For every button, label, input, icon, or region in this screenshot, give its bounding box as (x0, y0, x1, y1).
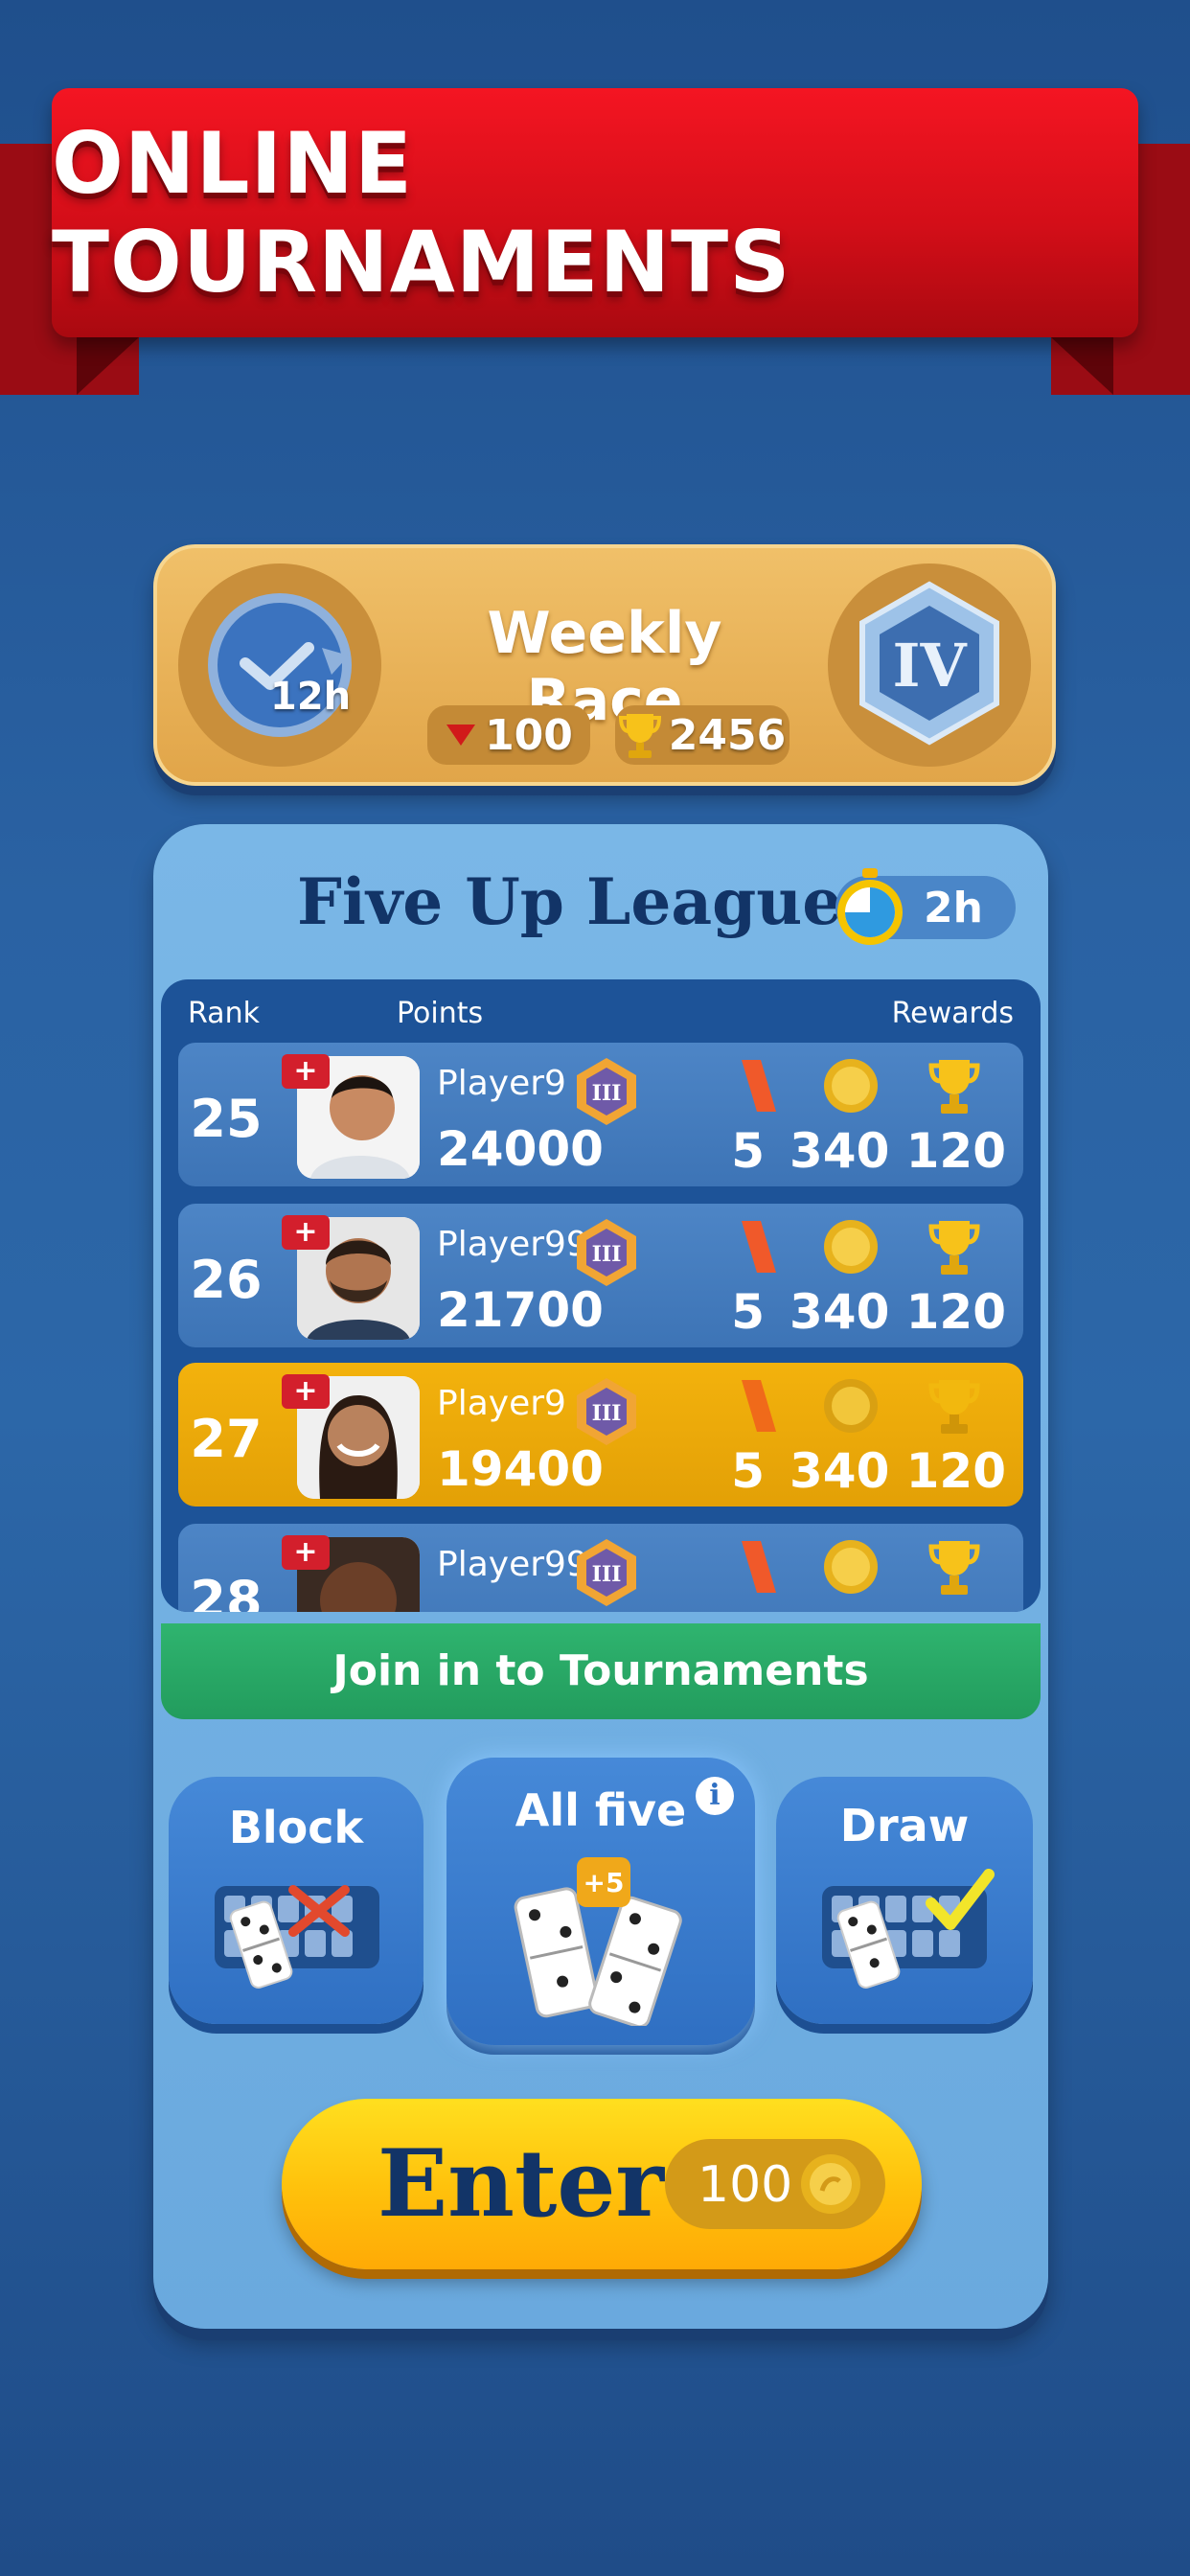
rank-header: Rank (188, 997, 260, 1030)
reward-trophies: 120 (905, 1123, 1006, 1179)
trophy-count-value: 2456 (668, 710, 787, 760)
player-name: Player9 (437, 1384, 566, 1423)
leaderboard-row[interactable]: 25 + Player9 III 24000 5 340 120 (178, 1043, 1023, 1186)
reward-trophies: 120 (905, 1284, 1006, 1340)
player-points: 19400 (437, 1441, 604, 1497)
leaderboard-row-current-player[interactable]: 27 + Player9 III 19400 5 340 120 (178, 1363, 1023, 1506)
banner-fold-right (1051, 337, 1113, 395)
coin-icon (801, 2154, 860, 2214)
row-rank: 26 (190, 1250, 263, 1310)
rewards-header: Rewards (891, 997, 1014, 1030)
coin-icon (824, 1220, 878, 1274)
league-rank-badge: IV (828, 564, 1031, 767)
join-tournaments-button[interactable]: Join in to Tournaments (161, 1623, 1041, 1719)
clock-icon (178, 564, 381, 767)
ticket-icon (742, 1380, 776, 1432)
league-title: Five Up League (297, 864, 843, 939)
down-arrow-icon (446, 724, 476, 746)
title-banner: ONLINE TOURNAMENTS (52, 88, 1138, 337)
coin-icon (824, 1540, 878, 1594)
row-rank: 27 (190, 1409, 263, 1469)
row-badge-numeral: III (592, 1242, 622, 1267)
league-badge-icon: III (577, 1378, 636, 1445)
banner-title: ONLINE TOURNAMENTS (52, 114, 791, 311)
reward-tickets: 5 (731, 1443, 765, 1499)
reward-trophies: 120 (905, 1443, 1006, 1499)
enter-label: Enter (378, 2129, 664, 2238)
swiss-flag-icon: + (282, 1054, 330, 1089)
block-domino-icon (215, 1885, 379, 1989)
ticket-icon (742, 1060, 776, 1112)
entry-fee-pill: 100 (665, 2139, 885, 2229)
all-five-domino-icon: +5 (514, 1857, 682, 2026)
entry-fee-value: 100 (698, 2156, 793, 2214)
enter-button[interactable]: Enter 100 (282, 2099, 922, 2269)
all-five-bonus: +5 (584, 1867, 625, 1898)
rank-change-pill: 100 (427, 705, 590, 765)
ticket-icon (742, 1541, 776, 1593)
trophy-icon (928, 1380, 980, 1434)
reward-tickets: 5 (731, 1123, 765, 1179)
info-icon[interactable]: i (696, 1777, 734, 1815)
player-name: Player9 (437, 1064, 566, 1103)
league-badge-icon: III (577, 1058, 636, 1125)
league-timer-value: 2h (924, 884, 983, 932)
stopwatch-icon (837, 868, 903, 945)
reward-coins: 340 (790, 1123, 890, 1179)
trophy-icon (928, 1541, 980, 1595)
leaderboard-row[interactable]: 28 + Player99.. III (178, 1524, 1023, 1612)
leaderboard: Rank Points Rewards 25 + Player9 III 240… (161, 979, 1041, 1612)
coin-icon (824, 1059, 878, 1113)
mode-block-label: Block (228, 1802, 364, 1853)
ticket-icon (742, 1221, 776, 1273)
mode-draw-label: Draw (839, 1800, 970, 1852)
row-rank: 25 (190, 1089, 263, 1149)
banner-fold-left (77, 337, 139, 395)
race-timer: 12h (270, 675, 352, 719)
trophy-count-pill: 2456 (615, 705, 790, 765)
coin-icon (824, 1379, 878, 1433)
trophy-icon (928, 1060, 980, 1114)
player-points: 21700 (437, 1282, 604, 1338)
mode-draw-button[interactable]: Draw (776, 1777, 1033, 2024)
league-badge-icon: III (577, 1219, 636, 1286)
league-badge-numeral: IV (892, 631, 967, 701)
trophy-icon (928, 1221, 980, 1275)
swiss-flag-icon: + (282, 1374, 330, 1409)
row-badge-numeral: III (592, 1401, 622, 1426)
swiss-flag-icon: + (282, 1215, 330, 1250)
leaderboard-row[interactable]: 26 + Player99.. III 21700 5 340 120 (178, 1204, 1023, 1347)
league-panel: Five Up League 2h Rank Points Rewards 25… (153, 824, 1048, 2329)
row-badge-numeral: III (592, 1081, 622, 1106)
rank-change-value: 100 (485, 710, 573, 760)
row-rank: 28 (190, 1570, 263, 1612)
trophy-icon (618, 714, 661, 758)
draw-domino-icon (822, 1869, 995, 1989)
league-badge-icon: III (577, 1539, 636, 1606)
mode-all-five-button[interactable]: All five i +5 (446, 1758, 755, 2045)
weekly-race-card[interactable]: 12h Weekly Race 100 2456 IV (153, 544, 1056, 786)
reward-coins: 340 (790, 1443, 890, 1499)
row-badge-numeral: III (592, 1562, 622, 1587)
swiss-flag-icon: + (282, 1535, 330, 1570)
mode-block-button[interactable]: Block (169, 1777, 423, 2024)
reward-coins: 340 (790, 1284, 890, 1340)
player-points: 24000 (437, 1121, 604, 1177)
reward-tickets: 5 (731, 1284, 765, 1340)
points-header: Points (397, 997, 484, 1030)
